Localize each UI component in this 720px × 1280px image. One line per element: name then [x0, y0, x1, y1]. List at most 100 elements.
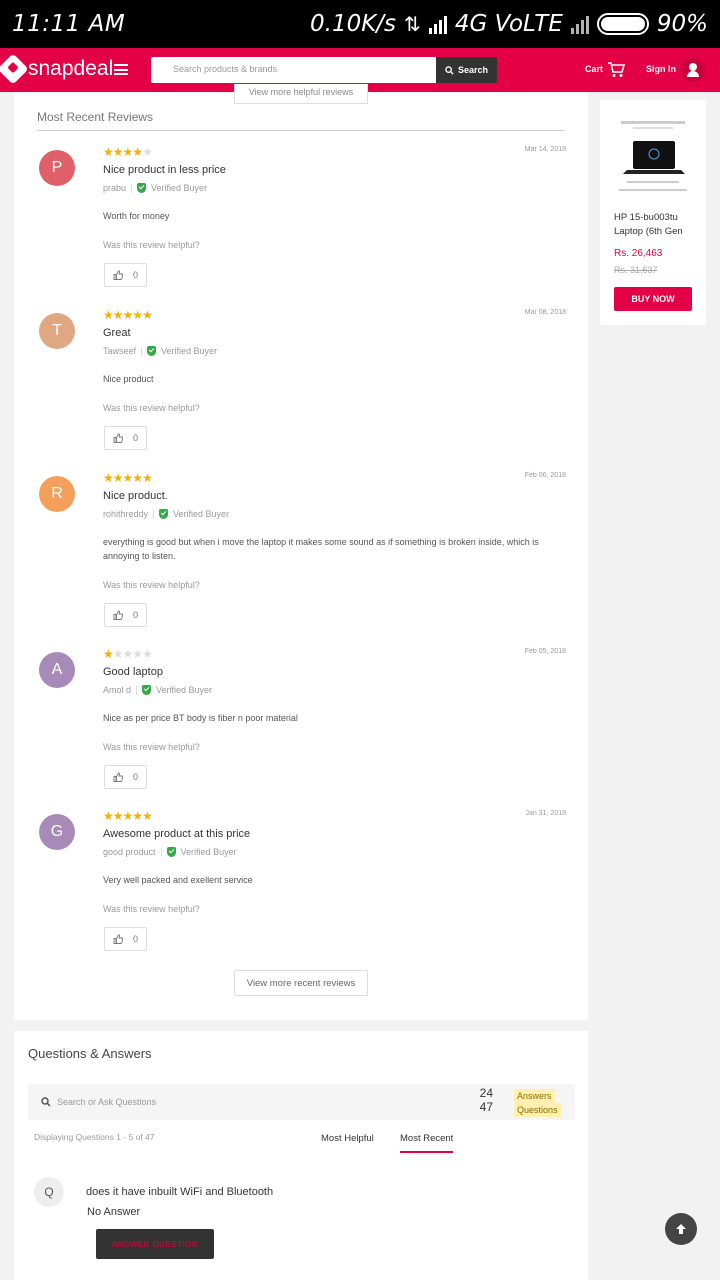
qa-title: Questions & Answers: [28, 1046, 152, 1061]
star-icon: ★: [142, 647, 153, 661]
questions-count: 47: [479, 1100, 493, 1114]
star-icon: ★: [103, 647, 114, 661]
reviewer-info: prabu Verified Buyer: [103, 183, 207, 193]
thumbs-up-icon: [113, 270, 123, 280]
helpful-prompt: Was this review helpful?: [103, 580, 200, 590]
hamburger-menu-icon[interactable]: [114, 64, 128, 75]
laptop-image[interactable]: [613, 113, 693, 201]
like-button[interactable]: 0: [104, 603, 147, 627]
star-icon: ★: [103, 471, 114, 485]
scroll-top-button[interactable]: [665, 1213, 697, 1245]
star-icon: ★: [122, 471, 134, 485]
verified-label: Verified Buyer: [161, 346, 218, 356]
snapdeal-logo[interactable]: snapdeal: [0, 53, 113, 85]
recommended-product-card[interactable]: HP 15-bu003tu Laptop (6th Gen Inte Rs. 2…: [600, 100, 706, 325]
tab-most-recent[interactable]: Most Recent: [400, 1133, 454, 1153]
tab-most-helpful[interactable]: Most Helpful: [321, 1133, 374, 1144]
review-body: Worth for money: [103, 211, 170, 221]
network-speed: 0.10K/s: [310, 11, 397, 37]
review-date: Feb 06, 2018: [524, 472, 566, 479]
search-input[interactable]: Search products & brands: [151, 57, 437, 83]
reviewer-avatar: R: [39, 476, 75, 512]
star-icon: ★: [122, 308, 134, 322]
reviewer-avatar: G: [39, 814, 75, 850]
reviewer-info: rohithreddy Verified Buyer: [103, 509, 229, 519]
status-time: 11:11 AM: [12, 11, 126, 37]
review-date: Feb 05, 2018: [524, 648, 566, 655]
star-icon: ★: [132, 471, 143, 485]
review-title: Nice product in less price: [103, 164, 226, 176]
thumbs-up-icon: [113, 433, 123, 443]
like-button[interactable]: 0: [104, 765, 147, 789]
reviewer-info: Tawseef Verified Buyer: [103, 346, 217, 356]
qa-section: Questions & Answers Search or Ask Questi…: [14, 1031, 588, 1280]
battery-level: 90%: [656, 11, 708, 37]
like-button[interactable]: 0: [104, 426, 147, 450]
product-old-price: Rs. 31,637: [614, 265, 658, 275]
like-count: 0: [133, 934, 139, 944]
helpful-prompt: Was this review helpful?: [103, 742, 200, 752]
search-button-label: Search: [457, 65, 489, 75]
questions-badge: Questions: [514, 1103, 561, 1117]
qa-search-placeholder: Search or Ask Questions: [57, 1097, 157, 1107]
review-date: Mar 14, 2018: [524, 146, 566, 153]
logo-icon: [0, 53, 29, 85]
like-count: 0: [133, 772, 139, 782]
star-icon: ★: [142, 471, 153, 485]
qa-displaying-text: Displaying Questions 1 - 5 of 47: [34, 1132, 155, 1142]
view-more-helpful-button[interactable]: View more helpful reviews: [234, 84, 368, 104]
like-button[interactable]: 0: [104, 927, 147, 951]
like-count: 0: [133, 433, 139, 443]
search-button[interactable]: Search: [436, 57, 497, 83]
product-name[interactable]: HP 15-bu003tu Laptop (6th Gen Inte: [614, 211, 696, 239]
status-bar: 11:11 AM 0.10K/s ⇅ 4G VoLTE 90%: [0, 0, 720, 48]
like-button[interactable]: 0: [104, 263, 147, 287]
star-icon: ★: [112, 471, 124, 485]
helpful-prompt: Was this review helpful?: [103, 403, 200, 413]
cart-icon[interactable]: [607, 61, 625, 78]
star-icon: ★: [142, 809, 153, 823]
star-icon: ★: [132, 145, 143, 159]
star-icon: ★: [122, 809, 134, 823]
question-text: does it have inbuilt WiFi and Bluetooth: [86, 1186, 274, 1198]
star-icon: ★: [142, 145, 153, 159]
buy-now-button[interactable]: BUY NOW: [614, 287, 692, 311]
network-type: 4G VoLTE: [454, 11, 563, 37]
divider: [160, 847, 162, 857]
divider: [37, 130, 565, 131]
answer-question-button[interactable]: ANSWER QUESTION: [96, 1229, 214, 1259]
verified-shield-icon: [147, 346, 157, 356]
reviewer-info: good product Verified Buyer: [103, 847, 237, 857]
status-indicators: 0.10K/s ⇅ 4G VoLTE 90%: [310, 11, 708, 37]
signin-link[interactable]: Sign In: [646, 64, 676, 74]
star-icon: ★: [132, 647, 143, 661]
divider: [153, 509, 155, 519]
thumbs-up-icon: [113, 772, 123, 782]
divider: [136, 685, 138, 695]
star-icon: ★: [122, 647, 134, 661]
star-icon: ★: [132, 809, 143, 823]
review-body: Nice product: [103, 374, 154, 384]
signal-icon-2: [570, 14, 589, 34]
product-price: Rs. 26,463: [614, 248, 663, 259]
review-title: Great: [103, 327, 131, 339]
star-icon: ★: [112, 308, 124, 322]
verified-label: Verified Buyer: [180, 847, 237, 857]
reviewer-name: Amol d: [103, 685, 132, 695]
reviewer-info: Amol d Verified Buyer: [103, 685, 212, 695]
verified-shield-icon: [142, 685, 152, 695]
reviewer-avatar: T: [39, 313, 75, 349]
star-icon: ★: [103, 145, 114, 159]
view-more-recent-button[interactable]: View more recent reviews: [234, 970, 368, 996]
arrow-up-icon: [676, 1224, 686, 1234]
reviews-section: View more helpful reviews Most Recent Re…: [14, 84, 588, 1020]
qa-search-input[interactable]: Search or Ask Questions 24 Answers 47 Qu…: [28, 1084, 575, 1120]
section-title: Most Recent Reviews: [37, 110, 154, 124]
search-icon: [445, 65, 454, 75]
star-icon: ★: [112, 145, 124, 159]
cart-link[interactable]: Cart: [585, 64, 603, 74]
user-icon[interactable]: [681, 58, 705, 82]
review-body: Nice as per price BT body is fiber n poo…: [103, 713, 298, 723]
review-body: Very well packed and exellent service: [103, 875, 253, 885]
verified-label: Verified Buyer: [173, 509, 230, 519]
